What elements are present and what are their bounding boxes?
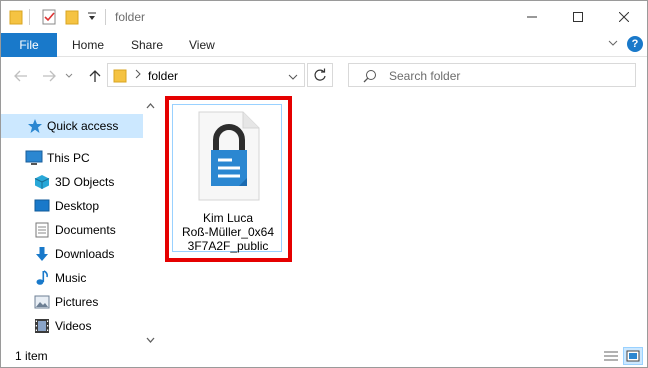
item-count: 1 item [15, 349, 48, 363]
explorer-window: folder File Home Share View ? folder Sea… [0, 0, 648, 368]
address-bar[interactable]: folder [107, 63, 305, 87]
star-icon [27, 118, 43, 134]
sidebar-item-label: Documents [55, 223, 116, 237]
tab-home[interactable]: Home [72, 33, 104, 57]
desktop-icon [34, 198, 50, 214]
sidebar-item-label: Videos [55, 319, 92, 333]
pictures-icon [34, 294, 50, 310]
sidebar-item-label: Pictures [55, 295, 99, 309]
sidebar-item-desktop[interactable]: Desktop [1, 194, 143, 218]
properties-icon[interactable] [41, 9, 57, 28]
scroll-up-icon[interactable] [146, 98, 155, 112]
expand-ribbon-icon[interactable] [607, 37, 619, 52]
maximize-button[interactable] [555, 1, 601, 33]
help-button[interactable]: ? [627, 36, 643, 52]
back-button[interactable] [11, 66, 31, 86]
search-icon [363, 69, 377, 86]
sidebar-item-label: This PC [47, 151, 90, 165]
file-name: Kim Luca Roß-Müller_0x64 3F7A2F_public [173, 211, 283, 253]
documents-icon [34, 222, 50, 238]
music-note-icon [34, 270, 50, 286]
address-row: folder Search folder [1, 58, 647, 94]
breadcrumb-chevron-icon[interactable] [134, 68, 142, 83]
large-icons-view-icon [626, 350, 640, 362]
divider [29, 9, 30, 25]
recent-locations-button[interactable] [63, 66, 75, 86]
up-button[interactable] [85, 66, 105, 86]
refresh-icon [314, 68, 326, 81]
download-icon [34, 246, 50, 262]
sidebar-item-label: Downloads [55, 247, 115, 261]
sidebar-item-label: Music [55, 271, 87, 285]
cube-icon [34, 174, 50, 190]
sidebar-item-label: 3D Objects [55, 175, 115, 189]
customize-toolbar-icon[interactable] [87, 11, 97, 26]
sidebar-item-this-pc[interactable]: This PC [1, 146, 143, 170]
sidebar-item-3d-objects[interactable]: 3D Objects [1, 170, 143, 194]
address-dropdown-icon[interactable] [288, 70, 298, 84]
tab-file[interactable]: File [1, 33, 57, 57]
locked-file-icon [195, 110, 261, 205]
search-input[interactable]: Search folder [348, 63, 636, 87]
tab-share[interactable]: Share [131, 33, 163, 57]
sidebar-item-videos[interactable]: Videos [1, 314, 143, 338]
sidebar-item-quick-access[interactable]: Quick access [1, 114, 143, 138]
computer-icon [25, 150, 43, 166]
navigation-pane: Quick access This PC 3D Objects Desktop [1, 94, 158, 344]
new-folder-icon[interactable] [65, 9, 79, 28]
details-view-button[interactable] [601, 347, 621, 365]
sidebar-item-label: Quick access [47, 119, 119, 133]
sidebar-item-music[interactable]: Music [1, 266, 143, 290]
film-icon [34, 318, 50, 334]
title-bar: folder [1, 1, 647, 33]
minimize-button[interactable] [509, 1, 555, 33]
large-icons-view-button[interactable] [623, 347, 643, 365]
folder-icon [113, 68, 127, 87]
forward-button[interactable] [39, 66, 59, 86]
refresh-button[interactable] [307, 63, 333, 87]
tab-view[interactable]: View [189, 33, 215, 57]
sidebar-item-documents[interactable]: Documents [1, 218, 143, 242]
file-item[interactable]: Kim Luca Roß-Müller_0x64 3F7A2F_public [172, 104, 283, 253]
window-title: folder [115, 10, 146, 24]
details-view-icon [604, 351, 618, 361]
status-bar: 1 item [1, 344, 647, 367]
folder-icon [9, 9, 23, 28]
file-name-line: Kim Luca [202, 211, 254, 225]
file-list: Kim Luca Roß-Müller_0x64 3F7A2F_public [158, 94, 647, 344]
ribbon-tabs: File Home Share View ? [1, 33, 647, 57]
close-button[interactable] [601, 1, 647, 33]
sidebar-item-pictures[interactable]: Pictures [1, 290, 143, 314]
search-placeholder: Search folder [389, 69, 461, 83]
file-name-line: Roß-Müller_0x64 [181, 225, 275, 239]
nav-scrollbar[interactable] [143, 94, 158, 344]
breadcrumb-folder[interactable]: folder [148, 69, 178, 83]
sidebar-item-downloads[interactable]: Downloads [1, 242, 143, 266]
file-name-line: 3F7A2F_public [187, 239, 269, 253]
sidebar-item-label: Desktop [55, 199, 100, 213]
divider [105, 9, 106, 25]
